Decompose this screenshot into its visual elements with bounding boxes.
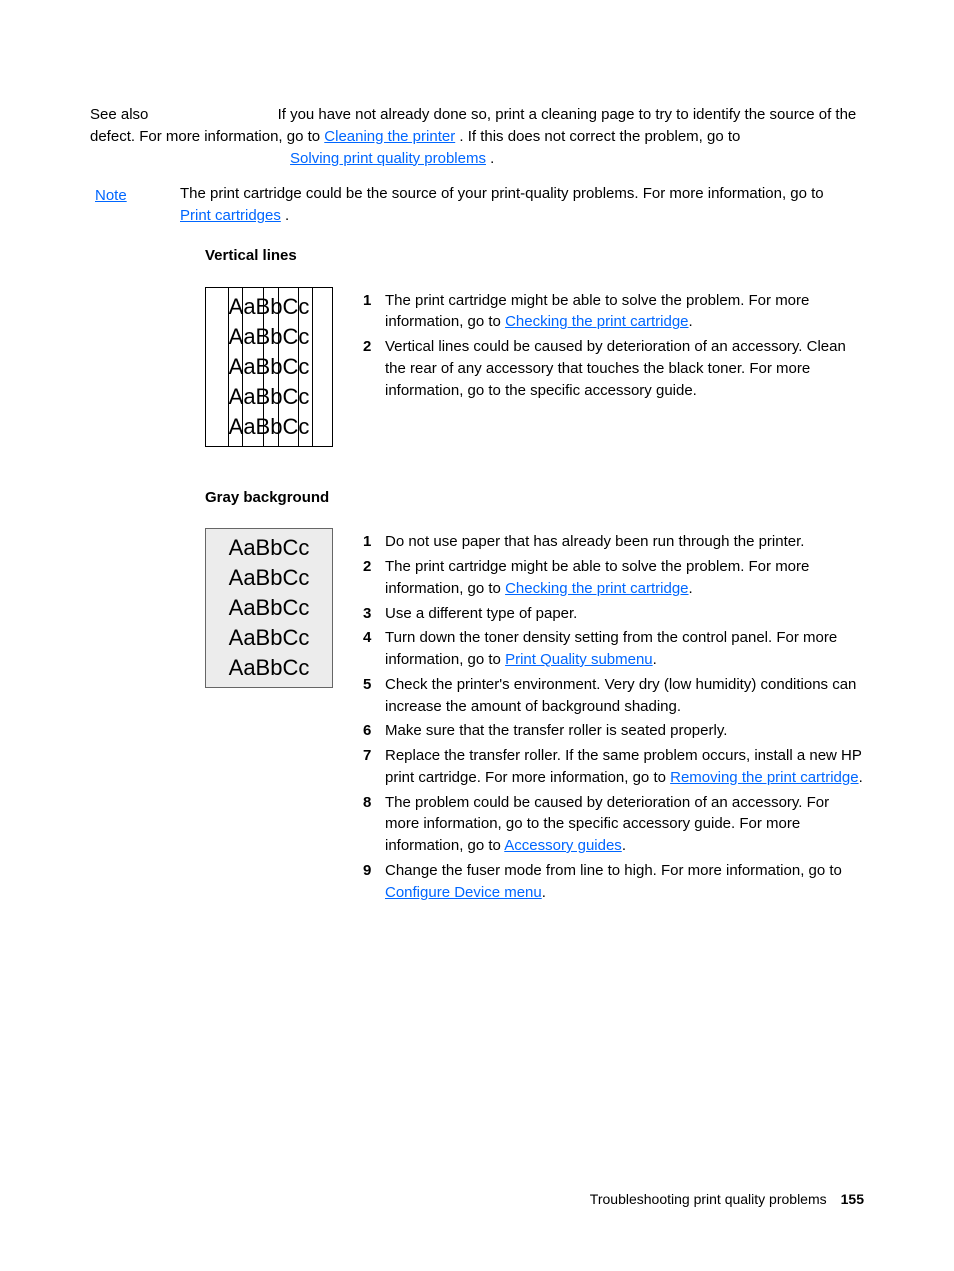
heading-gray-background: Gray background: [205, 487, 864, 509]
item-text-post: .: [653, 651, 657, 668]
see-also-label: See also: [90, 106, 148, 123]
note-link[interactable]: Note: [95, 187, 127, 204]
period-1: .: [490, 150, 494, 167]
list-item: 6Make sure that the transfer roller is s…: [363, 720, 864, 742]
item-link[interactable]: Removing the print cartridge: [670, 769, 858, 786]
sample-text-2d: AaBbCc: [229, 627, 310, 649]
sample-text-1e: AaBbCc: [229, 416, 310, 438]
sample-text-2b: AaBbCc: [229, 567, 310, 589]
page-footer: Troubleshooting print quality problems 1…: [590, 1189, 864, 1209]
item-number: 5: [363, 674, 385, 696]
item-text-post: .: [689, 580, 693, 597]
link-print-cartridges[interactable]: Print cartridges: [180, 207, 281, 224]
link-solving-problems[interactable]: Solving print quality problems: [290, 150, 486, 167]
item-link[interactable]: Accessory guides: [504, 837, 622, 854]
link-cleaning-printer[interactable]: Cleaning the printer: [324, 128, 455, 145]
item-text-pre: Use a different type of paper.: [385, 605, 577, 622]
list-item: 8The problem could be caused by deterior…: [363, 792, 864, 857]
sample-text-2a: AaBbCc: [229, 537, 310, 559]
sample-text-2c: AaBbCc: [229, 597, 310, 619]
item-text-post: .: [859, 769, 863, 786]
sample-text-1b: AaBbCc: [229, 326, 310, 348]
item-number: 9: [363, 860, 385, 882]
figure-row-2: AaBbCc AaBbCc AaBbCc AaBbCc AaBbCc 1Do n…: [90, 528, 864, 906]
item-text: Change the fuser mode from line to high.…: [385, 860, 864, 904]
list-item: 4Turn down the toner density setting fro…: [363, 627, 864, 671]
item-text-post: the specific accessory guide.: [505, 382, 697, 399]
list-item: 2The print cartridge might be able to so…: [363, 556, 864, 600]
see-also-block: See also If you have not already done so…: [90, 104, 864, 169]
item-number: 4: [363, 627, 385, 649]
item-text-pre: Change the fuser mode from line to high.…: [385, 862, 842, 879]
list-item: 7Replace the transfer roller. If the sam…: [363, 745, 864, 789]
item-text: Turn down the toner density setting from…: [385, 627, 864, 671]
item-number: 2: [363, 336, 385, 358]
page-root: See also If you have not already done so…: [0, 0, 954, 1271]
note-right: The print cartridge could be the source …: [180, 183, 864, 227]
item-text-post: .: [622, 837, 626, 854]
item-link[interactable]: Checking the print cartridge: [505, 580, 688, 597]
item-number: 3: [363, 603, 385, 625]
note-row: Note The print cartridge could be the so…: [90, 183, 864, 227]
list-item: 9Change the fuser mode from line to high…: [363, 860, 864, 904]
item-link[interactable]: Checking the print cartridge: [505, 313, 688, 330]
footer-page-number: 155: [841, 1189, 864, 1209]
intro-text-2: . If this does not correct the problem, …: [459, 128, 740, 145]
item-text: The problem could be caused by deteriora…: [385, 792, 864, 857]
section2-items: 1Do not use paper that has already been …: [333, 528, 864, 906]
item-text: Make sure that the transfer roller is se…: [385, 720, 864, 742]
item-text: Vertical lines could be caused by deteri…: [385, 336, 864, 401]
item-text: Check the printer's environment. Very dr…: [385, 674, 864, 718]
list-item: 1Do not use paper that has already been …: [363, 531, 864, 553]
item-text: Use a different type of paper.: [385, 603, 864, 625]
item-text-pre: Check the printer's environment. Very dr…: [385, 676, 856, 715]
figure-gray-background: AaBbCc AaBbCc AaBbCc AaBbCc AaBbCc: [205, 528, 333, 688]
item-text: Replace the transfer roller. If the same…: [385, 745, 864, 789]
heading-vertical-lines: Vertical lines: [205, 245, 864, 267]
figure-row-1: AaBbCc AaBbCc AaBbCc AaBbCc AaBbCc 1The …: [90, 287, 864, 447]
list-item: 1The print cartridge might be able to so…: [363, 290, 864, 334]
footer-text: Troubleshooting print quality problems: [590, 1189, 827, 1209]
sample-text-1c: AaBbCc: [229, 356, 310, 378]
item-text-pre: Make sure that the transfer roller is se…: [385, 722, 727, 739]
item-number: 1: [363, 290, 385, 312]
note-text-1: The print cartridge could be the source …: [180, 185, 824, 202]
list-item: 2Vertical lines could be caused by deter…: [363, 336, 864, 401]
item-number: 2: [363, 556, 385, 578]
figure-vertical-lines: AaBbCc AaBbCc AaBbCc AaBbCc AaBbCc: [205, 287, 333, 447]
section-vertical-lines: Vertical lines: [90, 245, 864, 275]
section1-items: 1The print cartridge might be able to so…: [333, 287, 864, 405]
item-link[interactable]: Configure Device menu: [385, 884, 542, 901]
item-number: 6: [363, 720, 385, 742]
item-number: 7: [363, 745, 385, 767]
sample-text-2e: AaBbCc: [229, 657, 310, 679]
item-link[interactable]: Print Quality submenu: [505, 651, 653, 668]
section-gray-background: Gray background: [90, 487, 864, 517]
item-text: The print cartridge might be able to sol…: [385, 556, 864, 600]
list-item: 3Use a different type of paper.: [363, 603, 864, 625]
sample-text-1a: AaBbCc: [229, 296, 310, 318]
period-2: .: [285, 207, 289, 224]
item-text: The print cartridge might be able to sol…: [385, 290, 864, 334]
item-text-post: .: [542, 884, 546, 901]
see-also-para: See also If you have not already done so…: [90, 104, 864, 169]
item-number: 8: [363, 792, 385, 814]
item-number: 1: [363, 531, 385, 553]
item-text-pre: Do not use paper that has already been r…: [385, 533, 804, 550]
item-text: Do not use paper that has already been r…: [385, 531, 864, 553]
note-left: Note: [90, 183, 180, 207]
item-text-post: .: [689, 313, 693, 330]
sample-text-1d: AaBbCc: [229, 386, 310, 408]
list-item: 5Check the printer's environment. Very d…: [363, 674, 864, 718]
